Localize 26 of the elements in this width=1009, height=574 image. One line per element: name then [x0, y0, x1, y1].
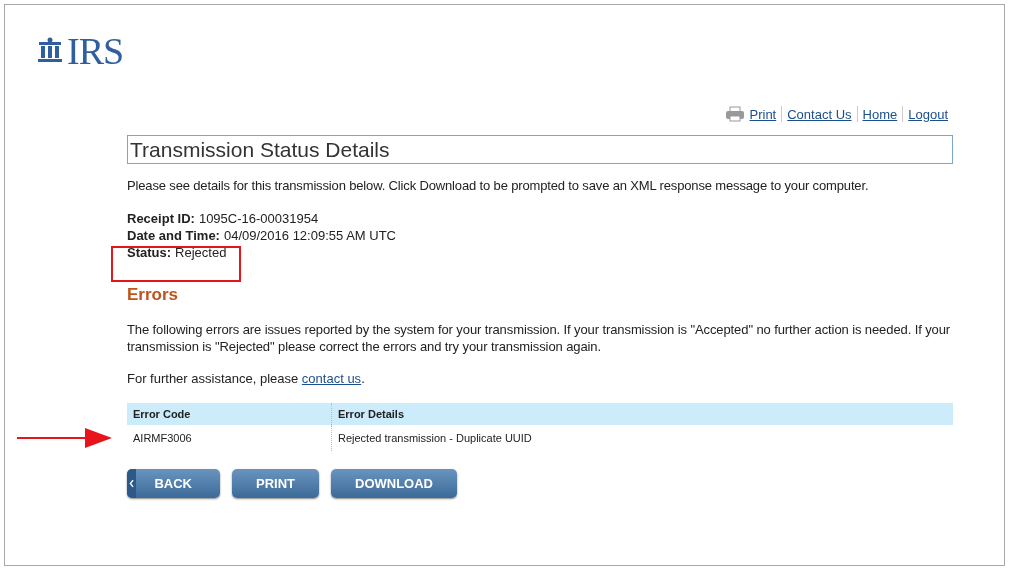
- table-cell: Rejected transmission - Duplicate UUID: [331, 425, 953, 451]
- caret-icon: [127, 469, 137, 498]
- table-cell: AIRMF3006: [127, 425, 332, 451]
- nav-link[interactable]: Home: [862, 106, 898, 122]
- nav-link[interactable]: Contact Us: [787, 106, 852, 122]
- detail-label: Status:: [127, 245, 172, 260]
- detail-value: 04/09/2016 12:09:55 AM UTC: [223, 228, 396, 243]
- arrow-icon: [17, 427, 112, 449]
- nav-link[interactable]: Logout: [908, 106, 948, 122]
- detail-value: 1095C-16-00031954: [198, 211, 319, 226]
- detail-value: Rejected: [175, 245, 227, 260]
- assistance-text: For further assistance, please contact us.: [127, 371, 366, 386]
- logo-text: IRS: [67, 31, 124, 71]
- errors-text: The following errors are issues reported by the system for your transmission. If your transmission is "Accepted" no further action is needed. If your transmission is "Rejected" please correct the errors and try your transmission again.: [127, 321, 952, 355]
- column-header: Error Details: [331, 403, 953, 425]
- action-button[interactable]: DOWNLOAD: [331, 469, 457, 498]
- detail-label: Receipt ID:: [127, 211, 195, 226]
- column-header: Error Code: [127, 403, 332, 425]
- section-heading: Errors: [127, 285, 180, 305]
- action-button[interactable]: PRINT: [232, 469, 319, 498]
- page-title: Transmission Status Details: [127, 135, 953, 164]
- detail-label: Date and Time:: [127, 228, 220, 243]
- nav-link[interactable]: Print: [749, 106, 777, 122]
- intro-text: Please see details for this transmission below. Click Download to be prompted to save an XML response message to your computer.: [127, 178, 870, 193]
- action-button[interactable]: BACK: [127, 469, 220, 498]
- printer-icon: [724, 106, 745, 122]
